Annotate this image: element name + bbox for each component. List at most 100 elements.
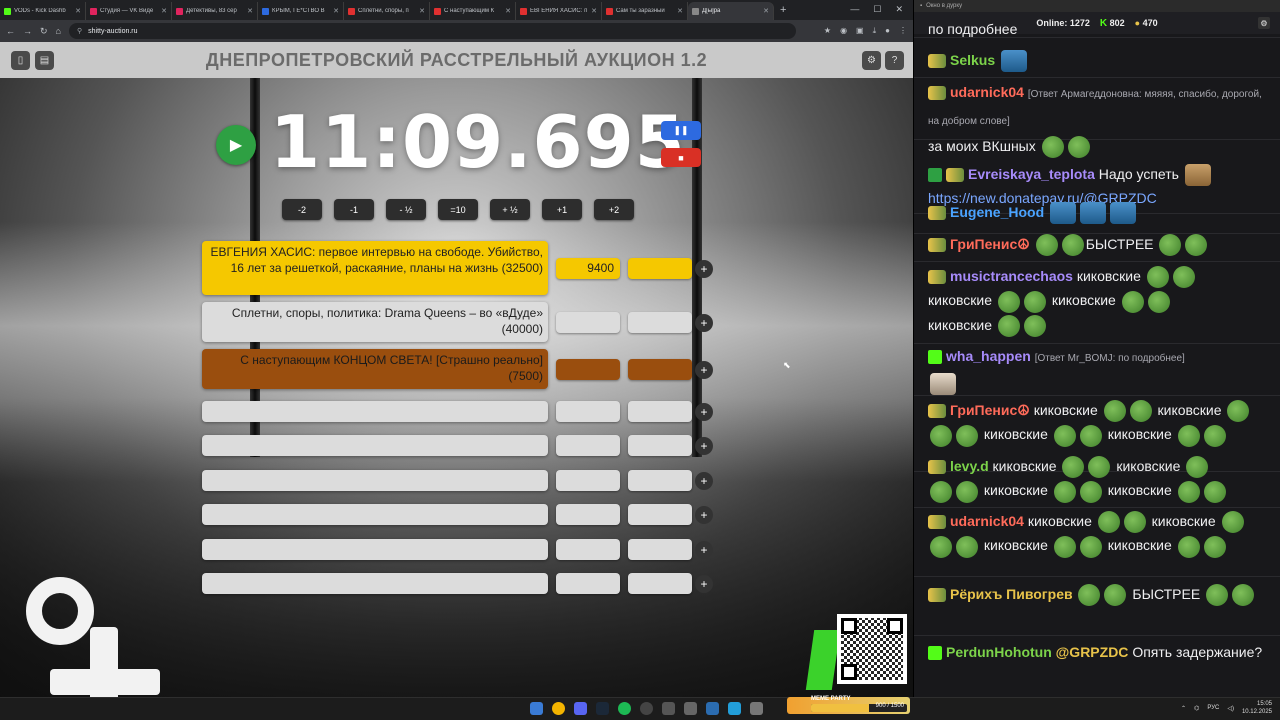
browser-tab[interactable]: Студия — VK Виде ✕	[86, 2, 172, 20]
forward-icon[interactable]: →	[23, 26, 32, 36]
lot-add-button[interactable]: +	[695, 437, 713, 455]
lot-amount-field[interactable]	[556, 470, 620, 491]
tab-close-icon[interactable]: ✕	[677, 7, 683, 15]
tray-chevron-icon[interactable]: ⌃	[1181, 705, 1186, 712]
browser-tab[interactable]: VODs - Kick Dashb ✕	[0, 2, 86, 20]
chat-username[interactable]: udarnick04	[950, 513, 1024, 529]
lot-amount-field[interactable]	[556, 311, 620, 333]
chat-username[interactable]: Рёрихъ Пивогрев	[950, 586, 1073, 602]
chat-username[interactable]: ГриПенис☮	[950, 402, 1030, 418]
tab-close-icon[interactable]: ✕	[763, 7, 769, 15]
browser-tab[interactable]: С наступающим К ✕	[430, 2, 516, 20]
lot-add-amount-field[interactable]	[628, 470, 692, 491]
lot-name-field[interactable]	[202, 401, 548, 422]
app-icon[interactable]	[750, 702, 763, 715]
network-icon[interactable]: ⌬	[1194, 705, 1199, 712]
minimize-icon[interactable]: —	[850, 4, 859, 15]
mention[interactable]: @GRPZDC	[1056, 644, 1129, 660]
lot-add-amount-field[interactable]	[628, 358, 692, 380]
settings-button[interactable]: ⚙	[862, 51, 881, 70]
lot-add-amount-field[interactable]	[628, 311, 692, 333]
tab-close-icon[interactable]: ✕	[419, 7, 425, 15]
extensions-puzzle-icon[interactable]: ▣	[856, 26, 864, 36]
back-icon[interactable]: ←	[6, 26, 15, 36]
play-button[interactable]: ▶	[216, 125, 256, 165]
url-field[interactable]: ⚲ shitty-auction.ru	[68, 23, 796, 39]
media-player-icon[interactable]	[706, 702, 719, 715]
tab-close-icon[interactable]: ✕	[333, 7, 339, 15]
discord-icon[interactable]	[574, 702, 587, 715]
tab-close-icon[interactable]: ✕	[591, 7, 597, 15]
timer-adjust-button[interactable]: - ½	[386, 199, 426, 220]
lot-add-amount-field[interactable]	[628, 435, 692, 456]
chat-username[interactable]: wha_happen	[946, 348, 1031, 364]
timer-adjust-button[interactable]: +2	[594, 199, 634, 220]
timer-adjust-button[interactable]: +1	[542, 199, 582, 220]
lot-name-field[interactable]	[202, 435, 548, 456]
browser-tab[interactable]: Сплетни, споры, п ✕	[344, 2, 430, 20]
lot-add-button[interactable]: +	[695, 403, 713, 421]
timer-adjust-button[interactable]: + ½	[490, 199, 530, 220]
lot-name-field[interactable]	[202, 470, 548, 491]
close-icon[interactable]: ✕	[895, 4, 903, 15]
reload-icon[interactable]: ↻	[40, 26, 48, 37]
tab-close-icon[interactable]: ✕	[75, 7, 81, 15]
lot-add-amount-field[interactable]	[628, 401, 692, 422]
lot-amount-field[interactable]: 9400	[556, 257, 620, 279]
help-button[interactable]: ?	[885, 51, 904, 70]
lot-add-amount-field[interactable]	[628, 504, 692, 525]
bookmark-star-icon[interactable]: ★	[824, 26, 831, 36]
chat-username[interactable]: Selkus	[950, 52, 995, 68]
chat-username[interactable]: Evreiskaya_teplota	[968, 166, 1095, 182]
app-icon[interactable]	[684, 702, 697, 715]
browser-tab[interactable]: Д[ы]ра ✕	[688, 2, 774, 20]
steam-icon[interactable]	[596, 702, 609, 715]
chat-username[interactable]: musictrancechaos	[950, 268, 1073, 284]
lot-amount-field[interactable]	[556, 573, 620, 594]
lot-name-field[interactable]	[202, 539, 548, 560]
pause-button[interactable]: ❚❚	[661, 121, 701, 140]
language-indicator[interactable]: РУС	[1207, 705, 1219, 711]
stop-button[interactable]: ■	[661, 148, 701, 167]
lot-name-field[interactable]: Сплетни, споры, политика: Drama Queens –…	[202, 302, 548, 342]
chat-username[interactable]: ГриПенис☮	[950, 236, 1030, 252]
extension-icon[interactable]: ◉	[840, 26, 847, 36]
obs-icon[interactable]	[640, 702, 653, 715]
app-icon[interactable]	[662, 702, 675, 715]
lot-amount-field[interactable]	[556, 435, 620, 456]
browser-tab[interactable]: Сам ты заразный ✕	[602, 2, 688, 20]
lot-amount-field[interactable]	[556, 358, 620, 380]
chat-username[interactable]: PerdunHohotun	[946, 644, 1052, 660]
browser-tab[interactable]: Детективы, 83 сер ✕	[172, 2, 258, 20]
lot-add-button[interactable]: +	[695, 541, 713, 559]
lot-add-button[interactable]: +	[695, 360, 713, 379]
spotify-icon[interactable]	[618, 702, 631, 715]
lot-name-field[interactable]: ЕВГЕНИЯ ХАСИС: первое интервью на свобод…	[202, 241, 548, 295]
chrome-icon[interactable]	[552, 702, 565, 715]
browser-tab[interactable]: КРЫМ, ГЕ*СТВО В ✕	[258, 2, 344, 20]
lot-add-amount-field[interactable]	[628, 257, 692, 279]
timer-adjust-button[interactable]: =10	[438, 199, 478, 220]
site-info-icon[interactable]: ⚲	[77, 27, 82, 35]
lot-name-field[interactable]: С наступающим КОНЦОМ СВЕТА! [Страшно реа…	[202, 349, 548, 389]
tab-close-icon[interactable]: ✕	[247, 7, 253, 15]
maximize-icon[interactable]: ☐	[873, 4, 881, 15]
lot-name-field[interactable]	[202, 573, 548, 594]
lot-add-button[interactable]: +	[695, 506, 713, 524]
lot-add-button[interactable]: +	[695, 259, 713, 278]
lot-add-button[interactable]: +	[695, 575, 713, 593]
telegram-icon[interactable]	[728, 702, 741, 715]
new-tab-button[interactable]: +	[780, 4, 786, 16]
profile-icon[interactable]: ●	[885, 26, 890, 36]
lot-add-amount-field[interactable]	[628, 573, 692, 594]
download-icon[interactable]: ⤓	[873, 26, 877, 36]
lot-name-field[interactable]	[202, 504, 548, 525]
chat-username[interactable]: Eugene_Hood	[950, 204, 1044, 220]
timer-adjust-button[interactable]: -1	[334, 199, 374, 220]
chat-username[interactable]: levy.d	[950, 458, 989, 474]
menu-icon[interactable]: ⋮	[899, 26, 907, 36]
clock[interactable]: 15:05 10.12.2025	[1242, 700, 1272, 716]
volume-icon[interactable]: ◁)	[1227, 705, 1234, 712]
lot-amount-field[interactable]	[556, 539, 620, 560]
tab-close-icon[interactable]: ✕	[505, 7, 511, 15]
